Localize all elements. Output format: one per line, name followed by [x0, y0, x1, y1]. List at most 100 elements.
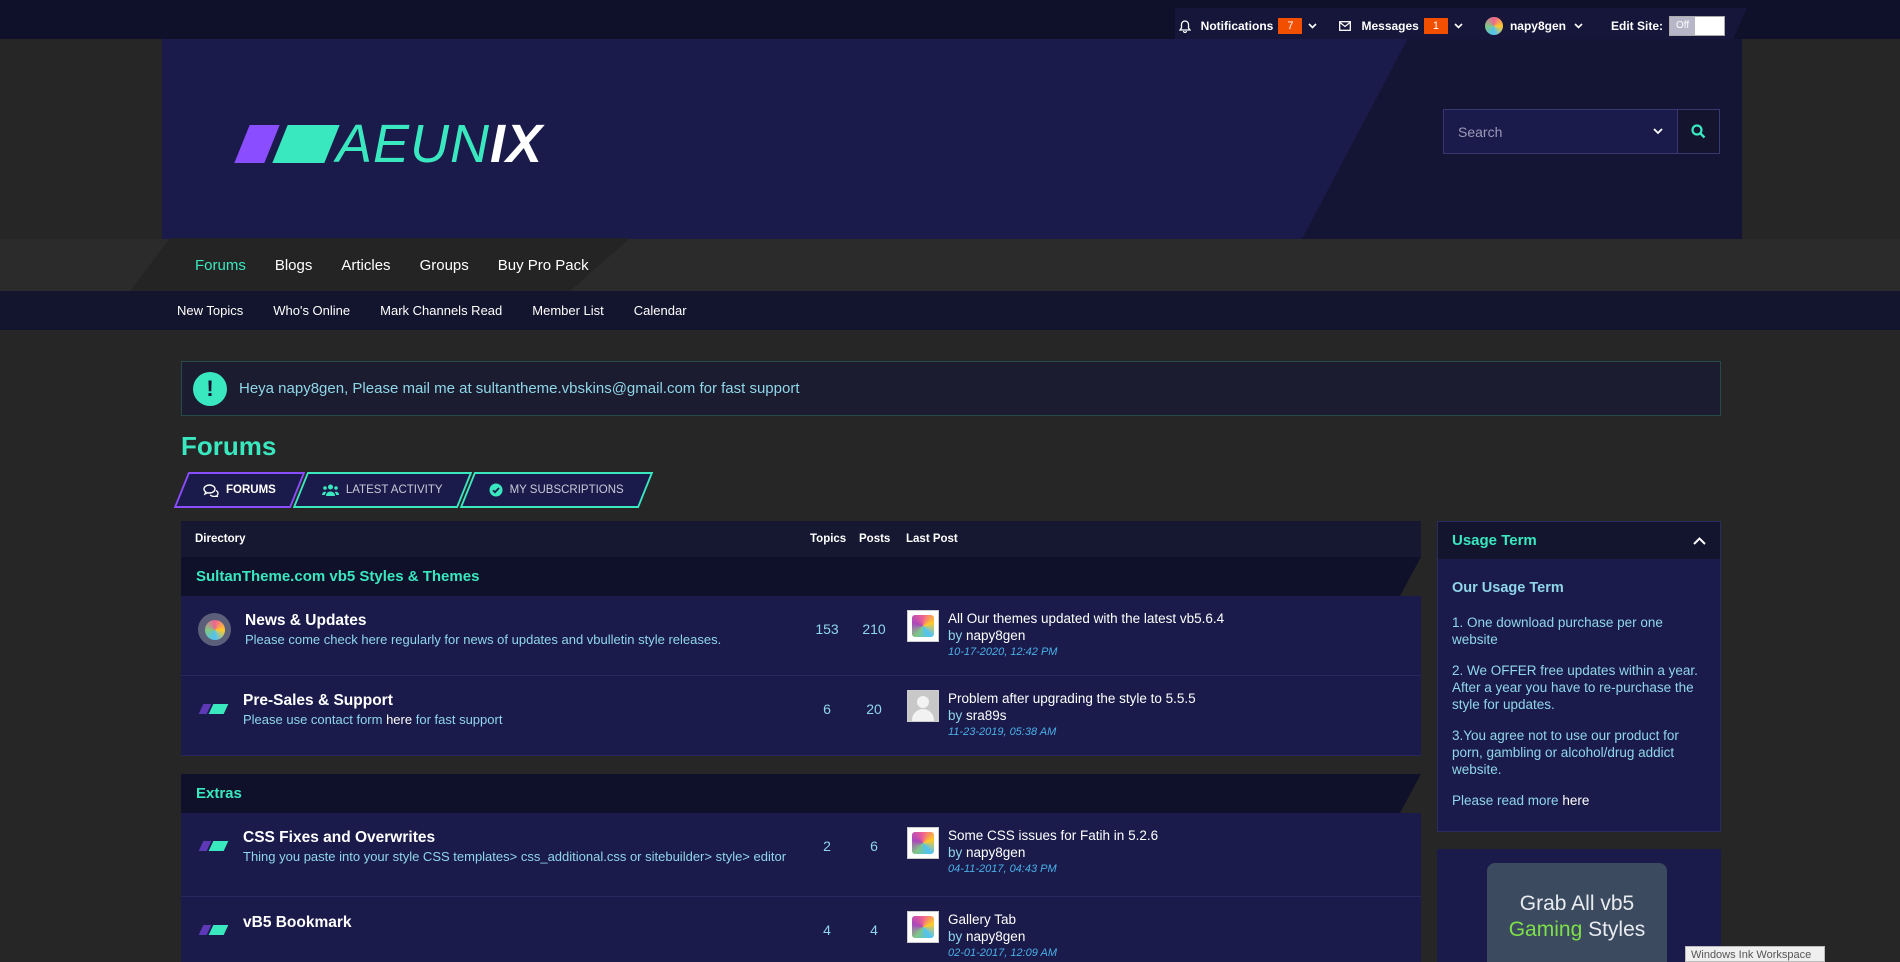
forum-status-icon [198, 613, 231, 646]
subnav-item-member-list[interactable]: Member List [532, 303, 604, 318]
chevron-down-icon [1574, 23, 1583, 29]
last-post-date: 11-23-2019, 05:38 AM [948, 726, 1057, 738]
table-row: CSS Fixes and Overwrites Thing you paste… [181, 813, 1421, 897]
logo-text-part2: IX [490, 114, 544, 174]
nav-item-articles[interactable]: Articles [341, 257, 390, 274]
posts-count: 20 [866, 701, 882, 717]
user-menu[interactable]: napy8gen [1484, 17, 1593, 35]
tab-latest-activity[interactable]: LATEST ACTIVITY [300, 472, 465, 508]
chevron-down-icon [1454, 23, 1463, 29]
last-post-date: 04-11-2017, 04:43 PM [948, 863, 1057, 875]
table-row: Pre-Sales & Support Please use contact f… [181, 676, 1421, 756]
forum-title-link[interactable]: News & Updates [245, 612, 366, 630]
last-post-title-link[interactable]: All Our themes updated with the latest v… [948, 611, 1224, 626]
toggle-state: Off [1670, 17, 1696, 35]
promo-banner[interactable]: Grab All vb5 Gaming Styles [1487, 863, 1667, 962]
subnav-item-whos-online[interactable]: Who's Online [273, 303, 350, 318]
column-header-topics: Topics [810, 533, 847, 545]
last-post-avatar[interactable] [907, 690, 939, 722]
forum-description: Thing you paste into your style CSS temp… [243, 849, 787, 864]
column-header-last-post: Last Post [906, 533, 958, 545]
last-post-avatar[interactable] [907, 911, 939, 943]
forum-description: Please come check here regularly for new… [245, 632, 722, 647]
last-post-user-link[interactable]: napy8gen [966, 845, 1025, 860]
notice-text: Heya napy8gen, Please mail me at sultant… [239, 380, 800, 397]
topics-count: 6 [823, 701, 831, 717]
table-row: News & Updates Please come check here re… [181, 596, 1421, 676]
subnav-item-calendar[interactable]: Calendar [634, 303, 687, 318]
nav-item-forums[interactable]: Forums [195, 257, 246, 274]
forum-title-link[interactable]: Pre-Sales & Support [243, 692, 393, 710]
last-post-user-link[interactable]: napy8gen [966, 628, 1025, 643]
nav-item-groups[interactable]: Groups [420, 257, 469, 274]
avatar [1484, 17, 1503, 35]
support-here-link[interactable]: here [386, 712, 412, 727]
site-header: AEUNIX Search [162, 39, 1742, 239]
edit-site-control: Edit Site: Off [1611, 16, 1725, 36]
promo-line-2-rest: Styles [1582, 918, 1646, 941]
usage-term-item: 1. One download purchase per one website [1452, 615, 1663, 647]
category-header[interactable]: SultanTheme.com vb5 Styles & Themes [181, 557, 1421, 596]
category-title[interactable]: SultanTheme.com vb5 Styles & Themes [196, 568, 479, 585]
exclamation-icon: ! [193, 371, 227, 406]
tab-my-subscriptions[interactable]: MY SUBSCRIPTIONS [467, 472, 646, 508]
forum-status-icon [198, 704, 229, 714]
table-header: Directory Topics Posts Last Post [181, 521, 1421, 557]
messages-count-badge: 1 [1423, 18, 1448, 34]
nav-item-blogs[interactable]: Blogs [275, 257, 313, 274]
chevron-down-icon [1308, 23, 1318, 29]
search-button[interactable] [1678, 109, 1720, 154]
subnav-item-new-topics[interactable]: New Topics [177, 303, 243, 318]
forum-title-link[interactable]: vB5 Bookmark [243, 914, 352, 932]
topics-count: 2 [823, 838, 831, 854]
usage-term-widget: Usage Term Our Usage Term 1. One downloa… [1437, 521, 1721, 832]
last-post-user-link[interactable]: sra89s [966, 708, 1007, 723]
chevron-down-icon[interactable] [1653, 128, 1663, 135]
forum-status-icon [198, 841, 229, 851]
tab-forums-label: FORUMS [226, 484, 276, 496]
last-post-date: 10-17-2020, 12:42 PM [948, 646, 1058, 658]
edit-site-toggle[interactable]: Off [1669, 16, 1725, 36]
search-input[interactable]: Search [1443, 109, 1678, 154]
tab-my-subscriptions-label: MY SUBSCRIPTIONS [509, 484, 624, 496]
envelope-icon [1339, 21, 1352, 31]
search-placeholder: Search [1458, 123, 1503, 140]
last-post-author: by sra89s [948, 708, 1007, 723]
read-more-link[interactable]: here [1562, 793, 1589, 808]
forum-title-link[interactable]: CSS Fixes and Overwrites [243, 829, 435, 847]
username-label: napy8gen [1509, 19, 1566, 33]
site-logo[interactable]: AEUNIX [234, 114, 544, 174]
last-post-date: 02-01-2017, 12:09 AM [948, 947, 1058, 959]
messages-menu[interactable]: Messages 1 [1339, 18, 1473, 34]
widget-header[interactable]: Usage Term [1438, 522, 1720, 559]
last-post-title-link[interactable]: Problem after upgrading the style to 5.5… [948, 691, 1196, 706]
chevron-up-icon[interactable] [1693, 536, 1706, 545]
notifications-count-badge: 7 [1278, 18, 1303, 34]
edit-site-label: Edit Site: [1610, 19, 1663, 33]
usage-term-item: 2. We OFFER free updates within a year. … [1452, 663, 1698, 712]
subnav-item-mark-channels-read[interactable]: Mark Channels Read [380, 303, 502, 318]
last-post-avatar[interactable] [907, 827, 939, 859]
check-circle-icon [489, 483, 503, 497]
posts-count: 210 [862, 621, 886, 637]
posts-count: 6 [870, 838, 878, 854]
last-post-avatar[interactable] [907, 610, 939, 642]
messages-label: Messages [1361, 19, 1419, 33]
last-post-title-link[interactable]: Some CSS issues for Fatih in 5.2.6 [948, 828, 1158, 843]
last-post-user-link[interactable]: napy8gen [966, 929, 1025, 944]
category-title[interactable]: Extras [196, 785, 242, 802]
page-title: Forums [181, 431, 277, 461]
notifications-menu[interactable]: Notifications 7 [1178, 18, 1328, 34]
topics-count: 4 [823, 922, 831, 938]
logo-mark-green [272, 125, 340, 163]
search-box: Search [1443, 109, 1720, 154]
forum-tabs: FORUMS LATEST ACTIVITY MY SUBSCRIPTIONS [181, 472, 648, 508]
last-post-title-link[interactable]: Gallery Tab [948, 912, 1016, 927]
tab-forums[interactable]: FORUMS [181, 472, 298, 508]
category-header[interactable]: Extras [181, 774, 1421, 813]
topics-count: 153 [815, 621, 839, 637]
users-icon [321, 484, 339, 496]
main-nav: Forums Blogs Articles Groups Buy Pro Pac… [0, 238, 1900, 291]
forum-status-icon [198, 925, 229, 935]
nav-item-buy-pro-pack[interactable]: Buy Pro Pack [498, 257, 589, 274]
